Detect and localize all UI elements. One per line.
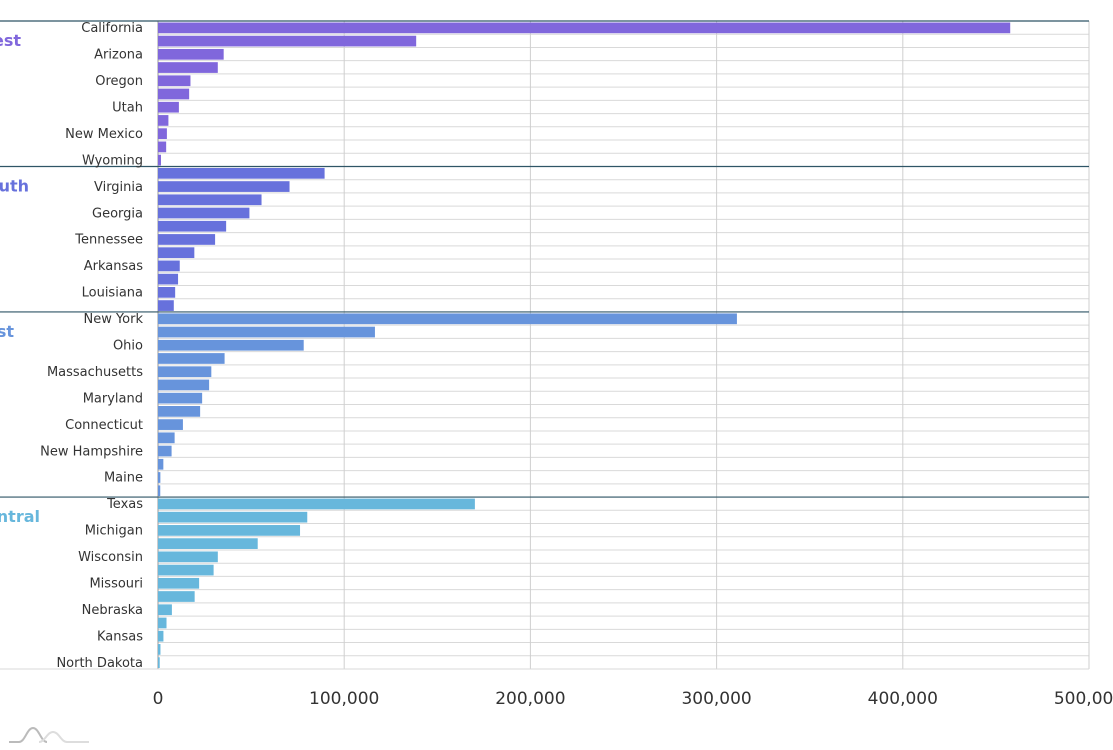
category-label: North Dakota xyxy=(56,656,143,671)
bar xyxy=(158,326,375,338)
category-label: Missouri xyxy=(89,577,143,592)
bar xyxy=(158,604,172,616)
category-label: Texas xyxy=(106,497,143,512)
bar xyxy=(158,551,218,563)
bar xyxy=(158,260,180,272)
bar xyxy=(158,128,167,140)
category-label: Maryland xyxy=(83,391,143,406)
bar xyxy=(158,22,1011,34)
bar xyxy=(158,525,301,536)
x-tick-label: 200,000 xyxy=(495,689,565,709)
bar xyxy=(158,220,227,232)
bar xyxy=(158,379,210,391)
bar xyxy=(158,300,174,311)
bar xyxy=(158,406,201,417)
bar xyxy=(158,511,308,523)
bar xyxy=(158,181,290,192)
bar xyxy=(158,339,304,351)
category-label: Wyoming xyxy=(82,153,143,168)
region-label: Central xyxy=(0,507,40,526)
grouped-bar-chart: California Arizona Oregon Utah New Mexico Wyo… xyxy=(0,20,1113,743)
bar xyxy=(158,62,218,73)
bar xyxy=(158,392,203,404)
x-tick-label: 500,000 xyxy=(1054,689,1113,709)
category-label: Nebraska xyxy=(82,603,143,618)
category-label: Tennessee xyxy=(74,233,143,248)
category-label: Virginia xyxy=(94,180,143,195)
bar xyxy=(158,657,160,668)
bar xyxy=(158,445,172,457)
bar xyxy=(158,366,212,378)
bar xyxy=(158,35,417,47)
category-label: California xyxy=(81,21,143,36)
category-label: New York xyxy=(83,312,143,327)
bar xyxy=(158,644,161,655)
category-label: Maine xyxy=(104,471,143,486)
bar xyxy=(158,115,169,126)
x-tick-label: 300,000 xyxy=(681,689,751,709)
bar xyxy=(158,286,176,298)
category-label: Arkansas xyxy=(84,259,143,274)
region-labels: West South East Central xyxy=(0,31,40,526)
bar xyxy=(158,234,216,245)
bar xyxy=(158,167,325,179)
region-label: South xyxy=(0,176,29,195)
bars xyxy=(158,22,1011,668)
bar xyxy=(158,154,161,166)
region-label: East xyxy=(0,322,14,341)
category-labels: California Arizona Oregon Utah New Mexico Wyo… xyxy=(40,21,143,671)
category-label: Georgia xyxy=(92,206,143,221)
bar xyxy=(158,591,195,602)
x-tick-label: 0 xyxy=(153,689,164,709)
bar xyxy=(158,617,167,629)
category-label: Ohio xyxy=(113,339,143,354)
category-label: Michigan xyxy=(85,524,143,539)
bar xyxy=(158,538,258,549)
bar xyxy=(158,207,250,219)
category-label: Utah xyxy=(112,100,143,115)
category-label: Arizona xyxy=(94,48,143,63)
bar xyxy=(158,472,161,483)
bar xyxy=(158,194,262,206)
bar xyxy=(158,564,214,576)
category-label: Massachusetts xyxy=(47,365,143,380)
bar xyxy=(158,313,737,325)
bar xyxy=(158,485,161,497)
category-label: Oregon xyxy=(95,74,143,89)
bar xyxy=(158,48,224,60)
category-label: Connecticut xyxy=(65,418,143,433)
amcharts-logo-icon xyxy=(9,726,89,743)
category-label: New Mexico xyxy=(65,127,143,142)
bar xyxy=(158,432,175,444)
region-label: West xyxy=(0,31,21,50)
category-label: Louisiana xyxy=(82,286,143,301)
x-tick-label: 400,000 xyxy=(868,689,938,709)
bar xyxy=(158,247,195,259)
category-label: New Hampshire xyxy=(40,444,143,459)
bar xyxy=(158,577,200,589)
category-label: Wisconsin xyxy=(78,550,143,565)
bar xyxy=(158,630,164,642)
bar xyxy=(158,101,179,113)
bar xyxy=(158,273,179,285)
bar xyxy=(158,498,475,510)
bar xyxy=(158,88,190,100)
x-tick-label: 100,000 xyxy=(309,689,379,709)
bar xyxy=(158,458,164,470)
bar xyxy=(158,353,225,364)
bar xyxy=(158,141,167,153)
x-axis-ticks: 0 100,000 200,000 300,000 400,000 500,000 xyxy=(153,689,1113,709)
bar xyxy=(158,419,183,430)
category-label: Kansas xyxy=(97,629,143,644)
bar xyxy=(158,75,191,87)
